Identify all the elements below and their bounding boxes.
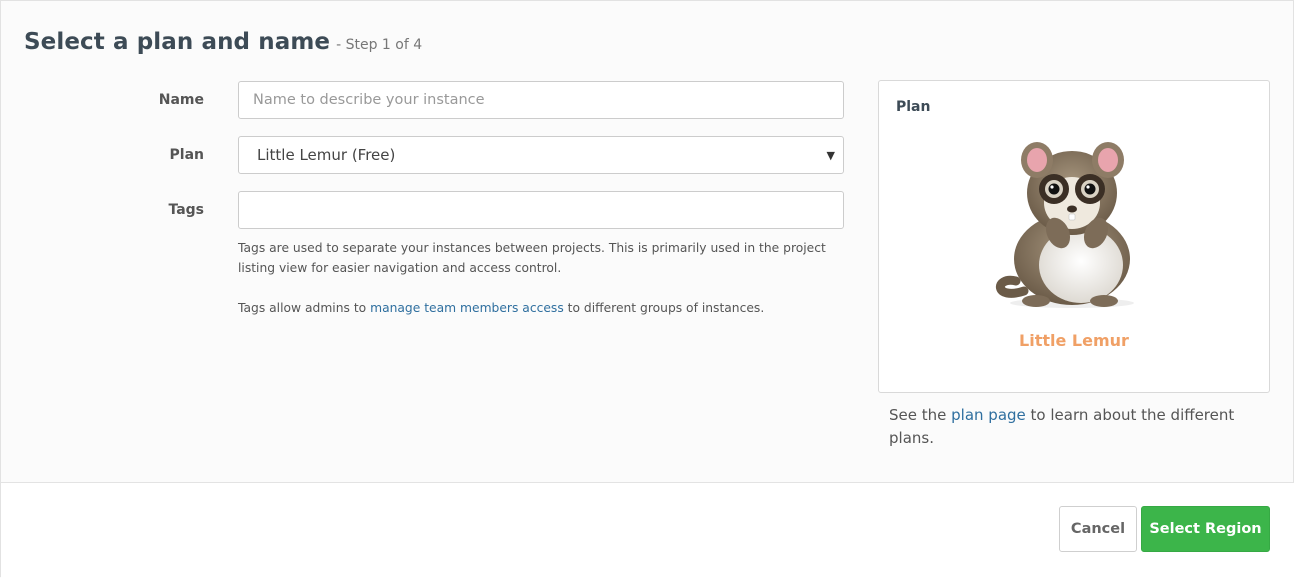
name-row: Name <box>1 81 204 119</box>
footer-bar: Cancel Select Region <box>1 483 1294 578</box>
create-instance-card: Select a plan and name - Step 1 of 4 Nam… <box>0 0 1294 578</box>
plan-row: Plan <box>1 136 204 174</box>
plan-note-before: See the <box>889 406 952 424</box>
select-region-button[interactable]: Select Region <box>1141 506 1270 552</box>
tags-help-text: Tags are used to separate your instances… <box>238 241 826 275</box>
plan-select-box[interactable]: Little Lemur (Free) ▼ <box>238 136 844 174</box>
lemur-mascot-image <box>996 142 1134 308</box>
plan-panel: Plan Little Lemur <box>878 80 1270 393</box>
name-label: Name <box>158 92 204 108</box>
tags-admin-help-before: Tags allow admins to <box>238 301 371 315</box>
plan-note: See the plan page to learn about the dif… <box>889 404 1269 450</box>
plan-select-value: Little Lemur (Free) <box>257 146 396 164</box>
page-title: Select a plan and name <box>24 29 331 55</box>
manage-team-members-link[interactable]: manage team members access <box>370 301 564 315</box>
plan-select[interactable]: Little Lemur (Free) ▼ <box>238 136 844 174</box>
tags-label: Tags <box>168 202 204 218</box>
plan-page-link[interactable]: plan page <box>951 406 1026 424</box>
name-input[interactable] <box>238 81 844 119</box>
step-indicator: - Step 1 of 4 <box>336 37 423 53</box>
tags-admin-help: Tags allow admins to manage team members… <box>238 299 838 319</box>
plan-name: Little Lemur <box>1019 331 1129 350</box>
tags-row: Tags <box>1 191 204 229</box>
tags-admin-help-after: to different groups of instances. <box>563 301 765 315</box>
plan-label: Plan <box>169 147 204 163</box>
page-heading: Select a plan and name - Step 1 of 4 <box>24 29 422 55</box>
plan-panel-title: Plan <box>896 99 931 115</box>
tags-input[interactable] <box>238 191 844 229</box>
cancel-button[interactable]: Cancel <box>1059 506 1137 552</box>
caret-down-icon: ▼ <box>826 148 835 162</box>
